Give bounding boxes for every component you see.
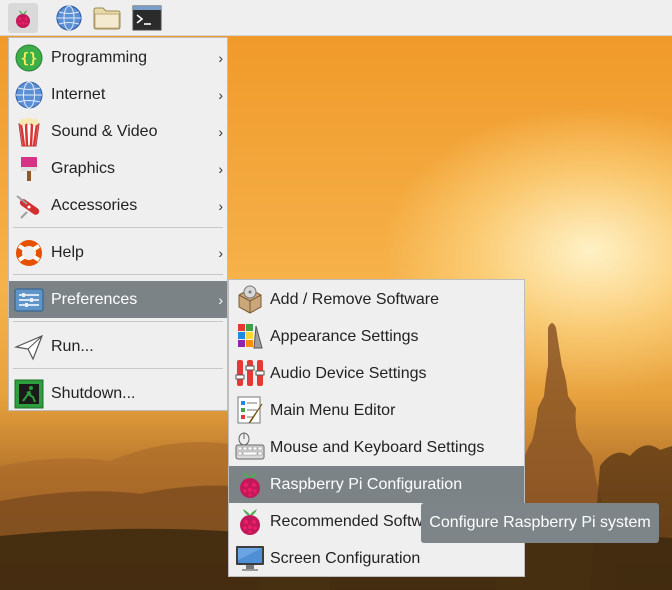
sound-video-icon — [18, 117, 40, 147]
menu-item-label: Preferences — [51, 290, 138, 308]
raspberry-icon — [240, 472, 260, 498]
menu-divider — [13, 227, 223, 228]
main-menu: {} Programming › Internet › Sound & Vide… — [8, 37, 228, 411]
terminal-icon — [132, 5, 162, 31]
software-package-icon — [238, 285, 262, 314]
file-manager-button[interactable] — [92, 3, 122, 33]
globe-icon — [56, 5, 82, 31]
submenu-item-add-remove-software[interactable]: Add / Remove Software — [229, 281, 524, 318]
menu-item-internet[interactable]: Internet › — [9, 76, 227, 113]
submenu-item-mouse-keyboard-settings[interactable]: Mouse and Keyboard Settings — [229, 429, 524, 466]
menu-divider — [13, 368, 223, 369]
programming-icon: {} — [15, 44, 43, 72]
submenu-arrow-icon: › — [218, 197, 223, 214]
menu-item-label: Shutdown... — [51, 384, 136, 402]
submenu-item-label: Appearance Settings — [270, 327, 419, 345]
internet-icon — [15, 81, 43, 109]
audio-mixer-icon — [235, 360, 265, 386]
menu-item-sound-video[interactable]: Sound & Video › — [9, 113, 227, 150]
menu-item-shutdown[interactable]: Shutdown... — [9, 375, 227, 412]
web-browser-button[interactable] — [54, 3, 84, 33]
submenu-item-label: Main Menu Editor — [270, 401, 396, 419]
svg-text:{}: {} — [21, 51, 38, 67]
submenu-item-audio-device-settings[interactable]: Audio Device Settings — [229, 355, 524, 392]
menu-item-help[interactable]: Help › — [9, 234, 227, 271]
submenu-arrow-icon: › — [218, 291, 223, 308]
folder-icon — [93, 7, 121, 30]
menu-item-label: Internet — [51, 85, 106, 103]
terminal-button[interactable] — [132, 3, 162, 33]
menu-item-preferences[interactable]: Preferences › — [9, 281, 227, 318]
menu-item-label: Help — [51, 243, 84, 261]
keyboard-mouse-icon — [235, 432, 265, 460]
submenu-item-screen-configuration[interactable]: Screen Configuration — [229, 540, 524, 577]
menu-divider — [13, 321, 223, 322]
menu-item-graphics[interactable]: Graphics › — [9, 150, 227, 187]
menu-item-label: Sound & Video — [51, 122, 158, 140]
tooltip: Configure Raspberry Pi system — [421, 503, 659, 543]
submenu-arrow-icon: › — [218, 123, 223, 140]
accessories-icon — [16, 195, 40, 219]
submenu-arrow-icon: › — [218, 86, 223, 103]
menu-item-label: Accessories — [51, 196, 138, 214]
shutdown-icon — [14, 379, 44, 409]
menu-item-label: Programming — [51, 48, 148, 66]
run-icon — [13, 334, 44, 361]
submenu-item-raspberry-pi-configuration[interactable]: Raspberry Pi Configuration — [229, 466, 524, 503]
submenu-item-appearance-settings[interactable]: Appearance Settings — [229, 318, 524, 355]
submenu-item-label: Recommended Software — [270, 512, 447, 530]
submenu-arrow-icon: › — [218, 244, 223, 261]
submenu-item-label: Mouse and Keyboard Settings — [270, 438, 485, 456]
menu-button[interactable] — [8, 3, 38, 33]
help-icon — [16, 240, 42, 266]
menu-item-programming[interactable]: {} Programming › — [9, 39, 227, 76]
submenu-arrow-icon: › — [218, 49, 223, 66]
submenu-item-label: Add / Remove Software — [270, 290, 439, 308]
appearance-settings-icon — [238, 324, 263, 349]
menu-item-accessories[interactable]: Accessories › — [9, 187, 227, 224]
monitor-icon — [236, 546, 264, 571]
submenu-item-label: Screen Configuration — [270, 549, 421, 567]
menu-divider — [13, 274, 223, 275]
menu-item-run[interactable]: Run... — [9, 328, 227, 365]
submenu-item-label: Raspberry Pi Configuration — [270, 475, 463, 493]
preferences-icon — [14, 288, 44, 312]
menu-item-label: Run... — [51, 337, 94, 355]
submenu-item-main-menu-editor[interactable]: Main Menu Editor — [229, 392, 524, 429]
submenu-item-label: Audio Device Settings — [270, 364, 427, 382]
menu-editor-icon — [237, 396, 263, 424]
raspberry-icon — [240, 509, 260, 535]
graphics-icon — [21, 157, 37, 181]
menu-item-label: Graphics — [51, 159, 116, 177]
raspberry-icon — [16, 10, 30, 28]
submenu-arrow-icon: › — [218, 160, 223, 177]
taskbar — [0, 0, 672, 36]
